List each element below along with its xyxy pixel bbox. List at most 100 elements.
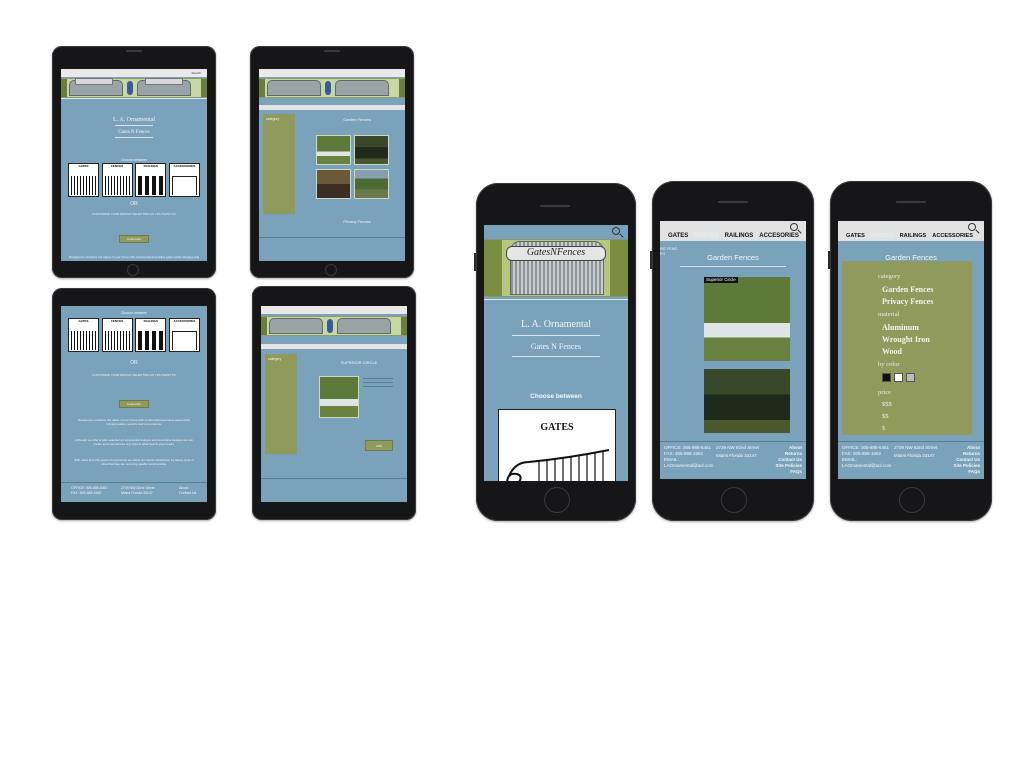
- search-icon[interactable]: [790, 223, 798, 231]
- footer-address: 2739 NW 82nd Street: [716, 445, 760, 450]
- customize-button[interactable]: Customize: [119, 400, 149, 408]
- top-nav: GATES FENCES RAILINGS ACCESSORIES: [846, 233, 984, 239]
- add-button[interactable]: ADD: [365, 440, 393, 451]
- tablet-screen: Search L. A. Ornamental Gates N Fences C…: [61, 69, 207, 261]
- nav-fences[interactable]: FENCES: [694, 233, 718, 239]
- nav-railings[interactable]: RAILINGS: [725, 233, 754, 239]
- footer-address: 2739 NW 82nd Street: [121, 486, 155, 490]
- nav-fences[interactable]: FENCES: [871, 233, 894, 239]
- sidebar-heading: category: [266, 117, 280, 121]
- nav-railings[interactable]: RAILINGS: [900, 233, 927, 239]
- section-title: Privacy Fences: [343, 219, 371, 224]
- footer-city: Miami Florida 33147: [894, 453, 935, 458]
- product-thumb[interactable]: [354, 135, 389, 165]
- choice-fences[interactable]: FENCES: [101, 163, 133, 197]
- color-swatch-white[interactable]: [894, 373, 903, 382]
- tagline: Gates N Fences: [118, 130, 150, 135]
- home-button[interactable]: [721, 487, 747, 513]
- filter-price-low[interactable]: $: [882, 425, 885, 432]
- customize-text: CUSTOMIZE YOUR DESIGN SELECTING AS YOU W…: [92, 373, 176, 377]
- choice-accessories[interactable]: ACCESSORIES: [168, 163, 200, 197]
- page-title: Garden Fences: [707, 253, 759, 262]
- phone-home: GatesNFences L. A. Ornamental Gates N Fe…: [474, 183, 636, 521]
- tablet-screen: Choose between GATES FENCES RAILINGS ACC…: [61, 306, 207, 502]
- choice-gates[interactable]: GATES: [68, 318, 99, 352]
- footer-email[interactable]: LAOrnamental@aol.com: [664, 463, 713, 469]
- home-button[interactable]: [899, 487, 925, 513]
- home-button[interactable]: [127, 264, 139, 276]
- top-nav[interactable]: [259, 105, 405, 110]
- filter-wood[interactable]: Wood: [882, 347, 902, 356]
- filter-color-label: by color: [878, 361, 900, 368]
- sidebar-heading: category: [268, 357, 282, 361]
- intro-paragraph-3: With more than fifty years of experience…: [74, 458, 194, 466]
- tablet-screen: category Garden Fences Privacy Fences: [259, 69, 405, 261]
- color-swatch-black[interactable]: [882, 373, 891, 382]
- page-title: Garden Fences: [343, 117, 371, 122]
- phone-filter: GATES FENCES RAILINGS ACCESSORIES Garden…: [828, 181, 992, 521]
- search-icon[interactable]: [968, 223, 976, 231]
- product-photo[interactable]: [704, 369, 790, 433]
- choice-fences[interactable]: FENCES: [101, 318, 133, 352]
- choice-gates[interactable]: GATES: [68, 163, 99, 197]
- footer-link-faqs[interactable]: FAQs: [790, 469, 802, 475]
- choose-heading: Choose between: [120, 311, 148, 315]
- color-swatch-gray[interactable]: [906, 373, 915, 382]
- nav-accessories[interactable]: ACCESORIES: [759, 233, 799, 239]
- logo-sign: GatesNFences: [506, 246, 606, 261]
- product-image: [319, 376, 359, 418]
- filter-panel: category Garden Fences Privacy Fences ma…: [842, 261, 972, 435]
- choice-gates[interactable]: GATES: [498, 409, 616, 481]
- product-thumb[interactable]: [316, 135, 351, 165]
- banner: GatesNFences: [484, 239, 628, 297]
- tablet-detail: category SUPERIOR CIRCLE ADD: [252, 286, 416, 520]
- top-nav: GATES FENCES RAILINGS ACCESORIES: [668, 233, 806, 239]
- filter-price-high[interactable]: $$$: [882, 401, 892, 408]
- company-name: L. A. Ornamental: [113, 117, 155, 123]
- home-button[interactable]: [325, 264, 337, 276]
- product-title: SUPERIOR CIRCLE: [340, 360, 378, 365]
- phone-screen: GATES FENCES RAILINGS ACCESORIES RS FENC…: [660, 221, 806, 479]
- footer-city: Miami Florida 33147: [121, 491, 153, 495]
- product-thumb[interactable]: [316, 169, 351, 199]
- banner: [61, 78, 207, 98]
- filter-garden-fences[interactable]: Garden Fences: [882, 285, 933, 294]
- footer-link-contact[interactable]: Contact Us: [179, 491, 196, 495]
- product-photo-superior-circle[interactable]: Superior Circle: [704, 277, 790, 361]
- top-nav[interactable]: [261, 344, 407, 349]
- tablet-home-bottom: Choose between GATES FENCES RAILINGS ACC…: [52, 288, 216, 520]
- footer-link-about[interactable]: About: [179, 486, 188, 490]
- phone-screen: GatesNFences L. A. Ornamental Gates N Fe…: [484, 225, 628, 481]
- intro-paragraph-2: Although we offer a wide selection of or…: [75, 438, 193, 446]
- footer-address: 2739 NW 82nd Street: [894, 445, 938, 450]
- filter-privacy-fences[interactable]: Privacy Fences: [882, 297, 933, 306]
- footer-email[interactable]: LAOrnamental@aol.com: [842, 463, 891, 469]
- filter-price-mid[interactable]: $$: [882, 413, 889, 420]
- nav-gates[interactable]: GATES: [846, 233, 865, 239]
- tablet-screen: category SUPERIOR CIRCLE ADD: [261, 306, 407, 502]
- customize-button[interactable]: Customize: [119, 235, 149, 243]
- filter-sidebar: category: [263, 114, 295, 214]
- nav-accessories[interactable]: ACCESSORIES: [932, 233, 973, 239]
- choice-accessories[interactable]: ACCESSORIES: [168, 318, 200, 352]
- category-choices: GATES FENCES RAILINGS ACCESSORIES: [61, 318, 207, 352]
- filter-sidebar: category: [265, 354, 297, 454]
- choice-railings[interactable]: RAILINGS: [135, 163, 167, 197]
- product-thumb[interactable]: [354, 169, 389, 199]
- intro-text: Designed to enhance the value of your ho…: [69, 255, 199, 259]
- banner: [259, 78, 405, 98]
- filter-wrought-iron[interactable]: Wrought Iron: [882, 335, 930, 344]
- filter-aluminum[interactable]: Aluminum: [882, 323, 919, 332]
- home-button[interactable]: [544, 487, 570, 513]
- search-icon[interactable]: [612, 227, 620, 235]
- filter-category-label: category: [878, 273, 901, 280]
- phone-screen: GATES FENCES RAILINGS ACCESSORIES Garden…: [838, 221, 984, 479]
- category-choices: GATES FENCES RAILINGS ACCESSORIES: [61, 163, 207, 197]
- choice-railings[interactable]: RAILINGS: [135, 318, 167, 352]
- search-label[interactable]: Search: [191, 70, 201, 76]
- customize-text: CUSTOMIZE YOUR DESIGN SELECTING AS YOU W…: [92, 212, 176, 216]
- footer-link-faqs[interactable]: FAQs: [968, 469, 980, 475]
- photo-label: Superior Circle: [704, 277, 738, 283]
- nav-gates[interactable]: GATES: [668, 233, 688, 239]
- company-name: L. A. Ornamental: [521, 319, 591, 330]
